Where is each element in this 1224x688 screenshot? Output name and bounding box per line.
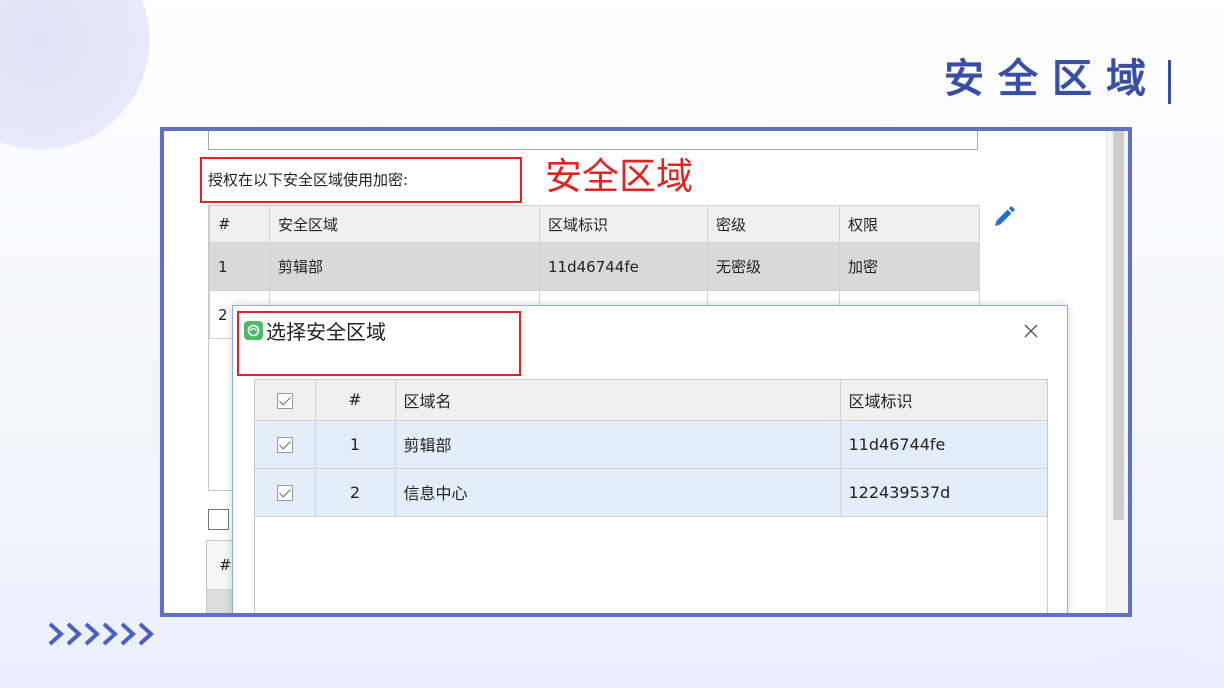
select-all-cell [255, 380, 316, 421]
zone-id-cell: 122439537d [840, 468, 1047, 517]
column-header[interactable]: 区域名 [395, 380, 841, 421]
table-row[interactable]: 1 剪辑部 11d46744fe [255, 420, 1047, 469]
annotation-text: 安全区域 [545, 155, 693, 198]
chevrons-right-icon [48, 622, 154, 646]
row-checkbox-cell [255, 420, 316, 469]
close-icon[interactable] [1023, 323, 1039, 339]
column-header[interactable]: 安全区域 [269, 205, 540, 243]
row-checkbox[interactable] [276, 437, 293, 453]
row-number: 2 [315, 468, 396, 517]
table-row[interactable]: 2 信息中心 122439537d [255, 468, 1047, 517]
zone-name-cell: 信息中心 [395, 468, 841, 517]
zone-id-cell: 11d46744fe [840, 420, 1047, 469]
select-zone-dialog: 选择安全区域 # 区域名 区域标识 1 剪辑部 11d46744fe 2 信息中… [232, 305, 1068, 613]
text-area-box[interactable] [208, 131, 978, 150]
row-number: 1 [209, 242, 270, 291]
vertical-scrollbar[interactable] [1106, 131, 1128, 613]
slide-title: 安全区域 [944, 56, 1160, 102]
column-header[interactable]: 权限 [839, 205, 980, 243]
dialog-title-highlight [237, 311, 521, 376]
screenshot-frame: 授权在以下安全区域使用加密: 安全区域 # 安全区域 区域标识 密级 权限 1 … [160, 127, 1132, 617]
row-checkbox[interactable] [276, 485, 293, 501]
table-header-row: # 安全区域 区域标识 密级 权限 [209, 205, 980, 243]
select-all-checkbox[interactable] [276, 392, 293, 409]
zone-name-cell: 剪辑部 [395, 420, 841, 469]
column-header[interactable]: 区域标识 [539, 205, 708, 243]
scrollbar-thumb[interactable] [1113, 131, 1124, 520]
column-header[interactable]: # [315, 380, 396, 421]
table-header-row: # 区域名 区域标识 [255, 380, 1047, 421]
table-row[interactable]: 1 剪辑部 11d46744fe 无密级 加密 [209, 242, 980, 291]
zone-select-table: # 区域名 区域标识 1 剪辑部 11d46744fe 2 信息中心 12243… [254, 379, 1048, 613]
column-header[interactable]: 区域标识 [840, 380, 1047, 421]
auth-label: 授权在以下安全区域使用加密: [208, 171, 409, 189]
zone-name-cell: 剪辑部 [269, 242, 540, 291]
row-checkbox-cell [255, 468, 316, 517]
pencil-icon[interactable] [992, 205, 1016, 229]
option-checkbox[interactable] [208, 509, 229, 530]
column-header[interactable]: # [209, 205, 270, 243]
zone-id-cell: 11d46744fe [539, 242, 708, 291]
row-number: 1 [315, 420, 396, 469]
title-bar-decoration [1168, 60, 1171, 104]
column-header[interactable]: 密级 [707, 205, 840, 243]
permission-cell: 加密 [839, 242, 980, 291]
classification-cell: 无密级 [707, 242, 840, 291]
